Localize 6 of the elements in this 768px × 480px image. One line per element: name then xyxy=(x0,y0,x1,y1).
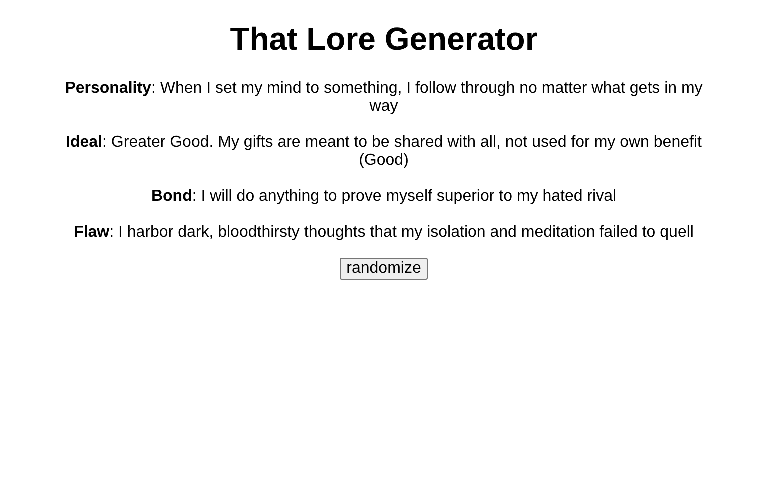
randomize-button[interactable]: randomize xyxy=(340,258,428,280)
page-title: That Lore Generator xyxy=(229,21,539,58)
trait-text: Flaw: I harbor dark, bloodthirsty thoughts that my isolation and meditation failed to quell xyxy=(73,224,695,242)
trait-text: Personality: When I set my mind to something, I follow through no matter what gets in my way xyxy=(64,80,704,116)
trait-text: Bond: I will do anything to prove myself superior to my hated rival xyxy=(150,188,618,206)
trait-text: Ideal: Greater Good. My gifts are meant to be shared with all, not used for my own benefit (Good) xyxy=(65,134,703,170)
